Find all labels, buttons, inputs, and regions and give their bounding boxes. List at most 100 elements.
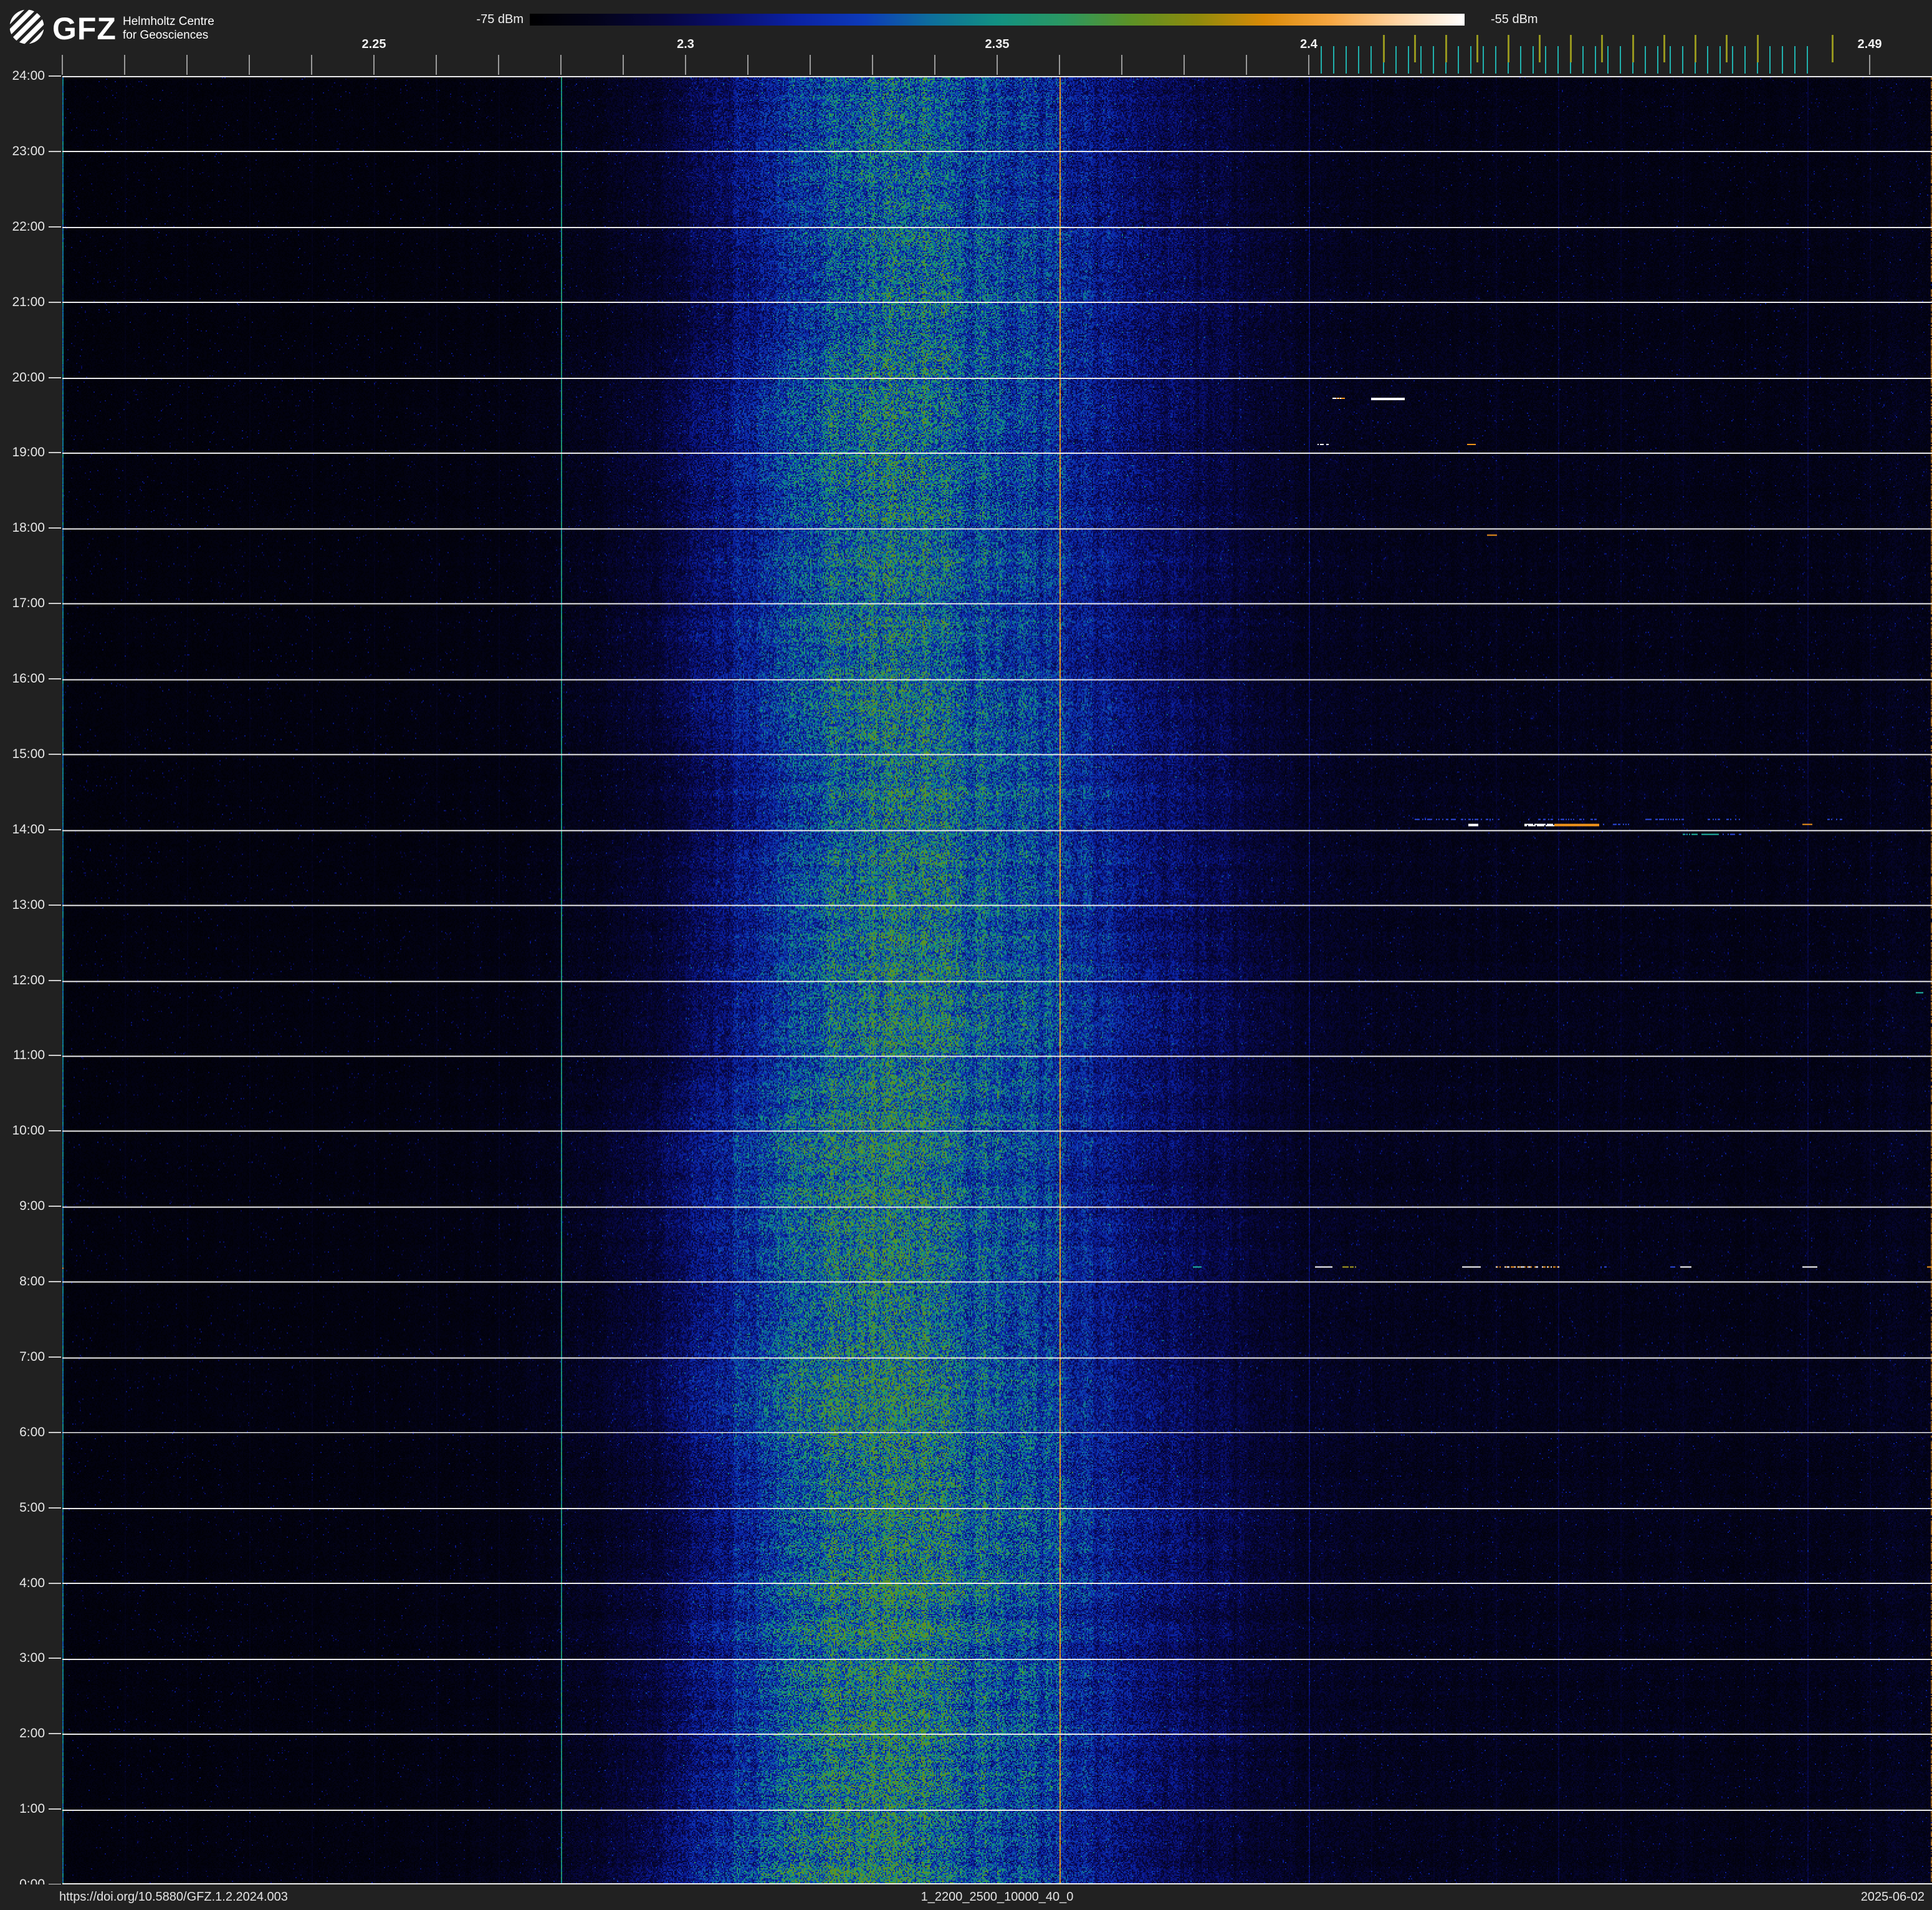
freq-minor-tick [498,55,499,75]
time-axis-tick [49,452,61,454]
footer-doi-link[interactable]: https://doi.org/10.5880/GFZ.1.2.2024.003 [59,1890,288,1904]
freq-minor-tick [1121,55,1122,75]
time-axis-tick [49,979,61,981]
freq-minor-tick [1059,55,1060,75]
ble-channel-tick [1620,46,1621,74]
ble-channel-tick [1470,46,1471,74]
wifi-channel-tick [1539,35,1541,62]
time-axis-tick [49,1281,61,1282]
time-axis-label: 22:00 [12,219,45,234]
time-axis-label: 6:00 [19,1424,45,1439]
time-axis-tick [49,1658,61,1659]
ble-channel-tick [1495,46,1496,74]
ble-channel-tick [1807,46,1808,74]
freq-axis-label: 2.3 [677,37,694,51]
freq-minor-tick [1246,55,1247,75]
ble-channel-tick [1520,46,1521,74]
time-axis-label: 23:00 [12,143,45,158]
time-axis-label: 5:00 [19,1500,45,1515]
ble-channel-tick [1707,46,1708,74]
ble-channel-tick [1657,46,1658,74]
time-axis-tick [49,904,61,906]
time-axis-label: 20:00 [12,370,45,385]
freq-minor-tick [685,55,686,75]
freq-minor-tick [810,55,811,75]
ble-channel-tick [1595,46,1596,74]
ble-channel-tick [1769,46,1771,74]
frequency-axis: 2.25 2.3 2.35 2.4 2.49 [0,0,1932,76]
spectrogram-canvas [62,76,1932,1884]
time-axis-label: 3:00 [19,1651,45,1666]
ble-channel-tick [1719,46,1721,74]
time-axis-tick [49,1055,61,1057]
wifi-channel-tick [1476,35,1478,62]
freq-minor-tick [747,55,748,75]
time-axis: 24:00 23:00 22:00 21:00 20:00 19:00 18:00 17:00… [0,0,62,1910]
ble-channel-tick [1732,46,1733,74]
wifi-channel-tick [1601,35,1603,62]
time-axis-label: 17:00 [12,596,45,611]
freq-minor-tick [311,55,312,75]
time-axis-tick [49,753,61,755]
ble-channel-tick [1582,46,1584,74]
time-axis-tick [49,1507,61,1509]
time-axis-tick [49,527,61,529]
wifi-channel-tick [1570,35,1572,62]
time-axis-label: 2:00 [19,1726,45,1741]
freq-minor-tick [623,55,624,75]
time-axis-tick [49,1356,61,1358]
time-axis-label: 16:00 [12,671,45,686]
time-axis-tick [49,301,61,303]
wifi-channel-tick [1726,35,1728,62]
time-axis-label: 4:00 [19,1575,45,1590]
ble-channel-tick [1408,46,1409,74]
time-axis-tick [49,1733,61,1735]
spectrogram-page: GFZ Helmholtz Centre for Geosciences -75… [0,0,1932,1910]
footer-filename: 1_2200_2500_10000_40_0 [921,1890,1074,1904]
time-axis-label: 11:00 [13,1048,45,1063]
time-axis-tick [49,1130,61,1132]
freq-minor-tick [934,55,935,75]
time-axis-label: 7:00 [19,1349,45,1364]
freq-minor-tick [249,55,250,75]
time-axis-label: 18:00 [12,521,45,535]
time-axis-tick [49,226,61,228]
ble-channel-tick [1744,46,1746,74]
ble-channel-tick [1458,46,1459,74]
time-axis-label: 24:00 [12,69,45,83]
time-axis-label: 8:00 [19,1274,45,1289]
ble-channel-tick [1420,46,1422,74]
time-axis-tick [49,75,61,77]
ble-channel-tick [1645,46,1646,74]
time-axis-tick [49,1206,61,1207]
time-axis-tick [49,1808,61,1810]
time-axis-tick [49,828,61,830]
freq-minor-tick [560,55,562,75]
time-axis-label: 19:00 [12,445,45,460]
ble-channel-tick [1395,46,1397,74]
time-axis-label: 1:00 [19,1802,45,1816]
time-axis-label: 10:00 [12,1123,45,1138]
time-axis-tick [49,150,61,152]
ble-channel-tick [1557,46,1559,74]
ble-channel-tick [1670,46,1671,74]
time-axis-label: 15:00 [12,746,45,761]
ble-channel-tick [1794,46,1796,74]
wifi-channel-tick [1695,35,1696,62]
freq-minor-tick [1308,55,1309,75]
ble-channel-tick [1358,46,1359,74]
freq-axis-label: 2.49 [1857,37,1882,51]
freq-axis-label: 2.35 [985,37,1010,51]
wifi-channel-tick [1663,35,1665,62]
time-axis-tick [49,1582,61,1584]
wifi-channel-tick [1832,35,1834,62]
ble-channel-tick [1533,46,1534,74]
time-axis-tick [49,678,61,679]
wifi-channel-tick [1632,35,1634,62]
wifi-channel-tick [1508,35,1509,62]
time-axis-tick [49,377,61,378]
wifi-channel-tick [1414,35,1416,62]
wifi-channel-tick [1445,35,1447,62]
freq-minor-tick [997,55,998,75]
freq-minor-tick [186,55,188,75]
